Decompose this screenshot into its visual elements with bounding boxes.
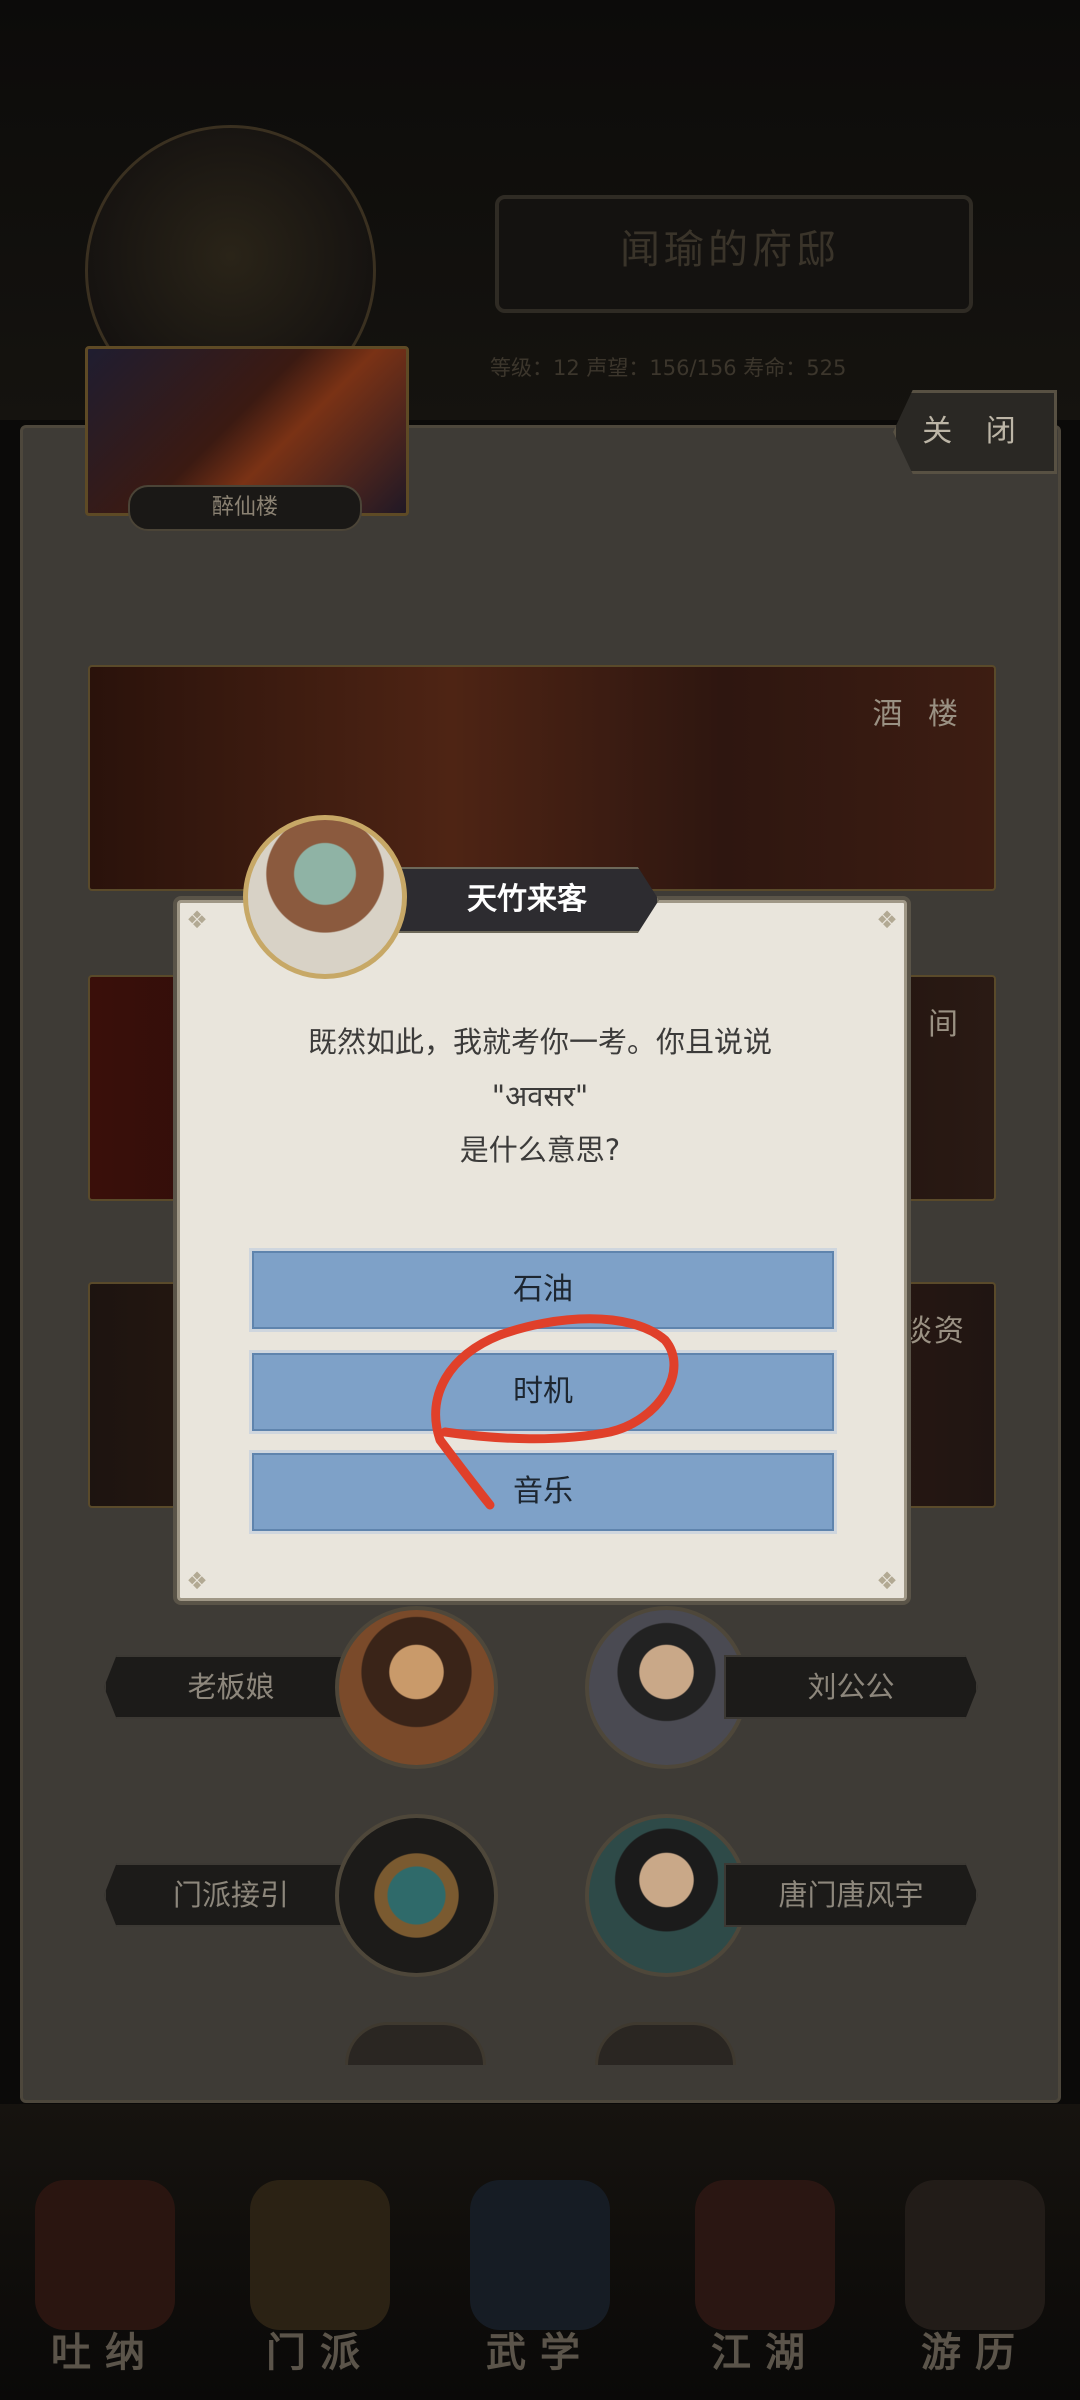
npc-portrait-partial[interactable]	[345, 2022, 486, 2065]
nav-label: 江湖	[711, 2330, 819, 2376]
npc-portrait-sect-guide[interactable]	[335, 1814, 498, 1977]
player-stats: 等级：12 声望：156/156 寿命：525	[490, 356, 847, 380]
npc-plate-proprietress[interactable]: 老板娘	[104, 1655, 358, 1719]
martial-arts-icon	[470, 2180, 610, 2330]
speaker-name: 天竹来客	[395, 867, 659, 933]
nav-label: 武学	[486, 2330, 594, 2376]
question-text: 既然如此，我就考你一考。你且说说 "अवसर" 是什么意思?	[200, 1015, 880, 1177]
answer-option-2[interactable]: 时机	[249, 1350, 837, 1434]
scene-label: 酒 楼	[872, 697, 966, 732]
scene-label: 谈资	[902, 1314, 966, 1349]
speaker-portrait	[243, 815, 407, 979]
question-line: 是什么意思?	[459, 1133, 621, 1167]
breathing-icon	[35, 2180, 175, 2330]
scene-tavern[interactable]: 酒 楼	[88, 665, 996, 891]
residence-title: 闻瑜的府邸	[620, 227, 840, 273]
jianghu-icon	[695, 2180, 835, 2330]
nav-label: 门派	[266, 2330, 374, 2376]
nav-item-travel[interactable]: 游历	[890, 2180, 1060, 2390]
question-line: 既然如此，我就考你一考。你且说说	[307, 1025, 772, 1059]
ornament-icon: ❖	[186, 1567, 208, 1595]
ornament-icon: ❖	[876, 1567, 898, 1595]
answer-option-1[interactable]: 石油	[249, 1248, 837, 1332]
close-button[interactable]: 关 闭	[893, 390, 1057, 474]
npc-portrait-tang-fengyu[interactable]	[585, 1814, 748, 1977]
answer-option-3[interactable]: 音乐	[249, 1450, 837, 1534]
npc-plate-eunuch-liu[interactable]: 刘公公	[724, 1655, 978, 1719]
npc-plate-tang-fengyu[interactable]: 唐门唐风宇	[724, 1863, 978, 1927]
npc-portrait-partial[interactable]	[595, 2022, 736, 2065]
ornament-icon: ❖	[186, 906, 208, 934]
npc-portrait-eunuch-liu[interactable]	[585, 1606, 748, 1769]
ornament-icon: ❖	[876, 906, 898, 934]
npc-plate-sect-guide[interactable]: 门派接引	[104, 1863, 358, 1927]
nav-item-martial-arts[interactable]: 武学	[455, 2180, 625, 2390]
location-label: 醉仙楼	[128, 485, 362, 531]
nav-label: 游历	[921, 2330, 1029, 2376]
sect-icon	[250, 2180, 390, 2330]
npc-portrait-proprietress[interactable]	[335, 1606, 498, 1769]
nav-item-jianghu[interactable]: 江湖	[680, 2180, 850, 2390]
nav-item-sect[interactable]: 门派	[235, 2180, 405, 2390]
nav-item-breathing[interactable]: 吐纳	[20, 2180, 190, 2390]
travel-icon	[905, 2180, 1045, 2330]
nav-label: 吐纳	[51, 2330, 159, 2376]
question-word: "अवसर"	[491, 1079, 589, 1113]
